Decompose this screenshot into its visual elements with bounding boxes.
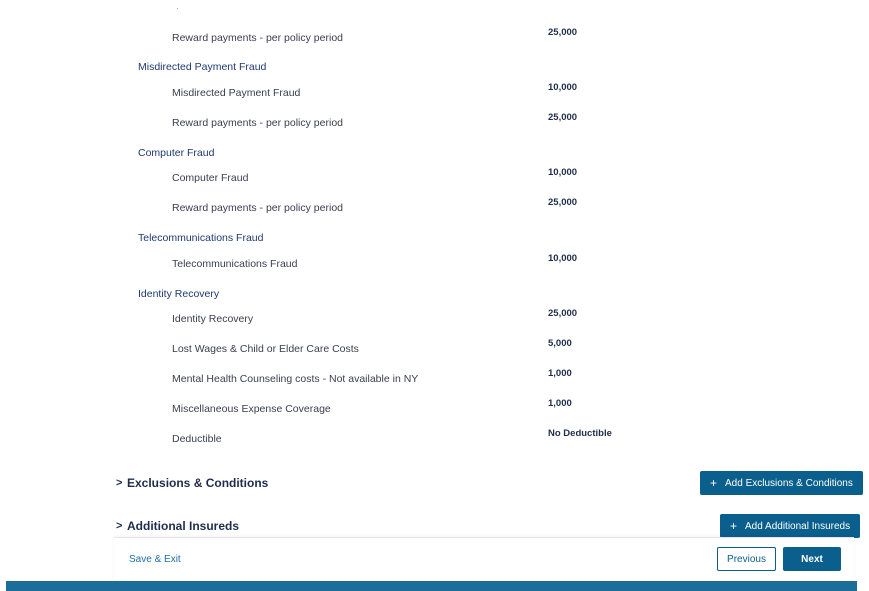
button-label: Add Additional Insureds bbox=[745, 520, 851, 532]
bottom-bar bbox=[6, 581, 857, 591]
truncated-marker: · bbox=[176, 4, 179, 13]
coverage-row: Identity Recovery 25,000 bbox=[0, 308, 869, 332]
footer-bar: Save & Exit Previous Next bbox=[114, 537, 854, 581]
coverage-row: Computer Fraud 10,000 bbox=[0, 167, 869, 191]
group-title-identity: Identity Recovery bbox=[138, 288, 220, 300]
chevron-right-icon[interactable]: > bbox=[116, 520, 122, 532]
coverage-value: 10,000 bbox=[548, 253, 578, 264]
section-exclusions-conditions[interactable]: > Exclusions & Conditions + Add Exclusio… bbox=[0, 471, 869, 497]
coverage-label: Reward payments - per policy period bbox=[172, 117, 343, 129]
coverage-value: 10,000 bbox=[548, 167, 578, 178]
coverage-label: Deductible bbox=[172, 433, 222, 445]
coverage-row: Misdirected Payment Fraud 10,000 bbox=[0, 82, 869, 106]
button-label: Add Exclusions & Conditions bbox=[725, 477, 853, 489]
add-exclusions-button[interactable]: + Add Exclusions & Conditions bbox=[700, 471, 863, 495]
coverage-label: Misdirected Payment Fraud bbox=[172, 87, 301, 99]
coverage-row: Telecommunications Fraud 10,000 bbox=[0, 253, 869, 277]
section-title[interactable]: Additional Insureds bbox=[127, 519, 239, 533]
plus-icon: + bbox=[710, 476, 718, 490]
coverage-row: Reward payments - per policy period 25,0… bbox=[0, 27, 869, 51]
coverage-label: Reward payments - per policy period bbox=[172, 32, 343, 44]
coverage-value: 10,000 bbox=[548, 82, 578, 93]
coverage-row: Mental Health Counseling costs - Not ava… bbox=[0, 368, 869, 392]
group-title-telecom: Telecommunications Fraud bbox=[138, 232, 264, 244]
group-title-computer: Computer Fraud bbox=[138, 147, 215, 159]
coverage-label: Reward payments - per policy period bbox=[172, 202, 343, 214]
coverage-row: Reward payments - per policy period 25,0… bbox=[0, 197, 869, 221]
save-exit-link[interactable]: Save & Exit bbox=[129, 554, 181, 565]
coverage-value: 5,000 bbox=[548, 338, 572, 349]
coverage-value: 25,000 bbox=[548, 308, 578, 319]
coverage-label: Lost Wages & Child or Elder Care Costs bbox=[172, 343, 359, 355]
coverage-value: 25,000 bbox=[548, 197, 578, 208]
coverage-row: Miscellaneous Expense Coverage 1,000 bbox=[0, 398, 869, 422]
coverage-value: 1,000 bbox=[548, 368, 572, 379]
coverage-value: No Deductible bbox=[548, 428, 612, 439]
next-button[interactable]: Next bbox=[783, 547, 841, 571]
coverage-value: 1,000 bbox=[548, 398, 572, 409]
coverage-label: Miscellaneous Expense Coverage bbox=[172, 403, 331, 415]
coverage-row: Lost Wages & Child or Elder Care Costs 5… bbox=[0, 338, 869, 362]
group-title-misdirected: Misdirected Payment Fraud bbox=[138, 61, 267, 73]
coverage-row: Reward payments - per policy period 25,0… bbox=[0, 112, 869, 136]
section-title[interactable]: Exclusions & Conditions bbox=[127, 476, 268, 490]
coverage-label: Computer Fraud bbox=[172, 172, 249, 184]
plus-icon: + bbox=[730, 519, 738, 533]
coverage-label: Mental Health Counseling costs - Not ava… bbox=[172, 373, 419, 385]
coverage-label: Identity Recovery bbox=[172, 313, 254, 325]
coverage-value: 25,000 bbox=[548, 112, 578, 123]
add-insureds-button[interactable]: + Add Additional Insureds bbox=[720, 514, 861, 538]
coverage-value: 25,000 bbox=[548, 27, 578, 38]
previous-button[interactable]: Previous bbox=[717, 547, 776, 571]
coverage-row: Deductible No Deductible bbox=[0, 428, 869, 452]
chevron-right-icon[interactable]: > bbox=[116, 477, 122, 489]
coverage-label: Telecommunications Fraud bbox=[172, 258, 298, 270]
